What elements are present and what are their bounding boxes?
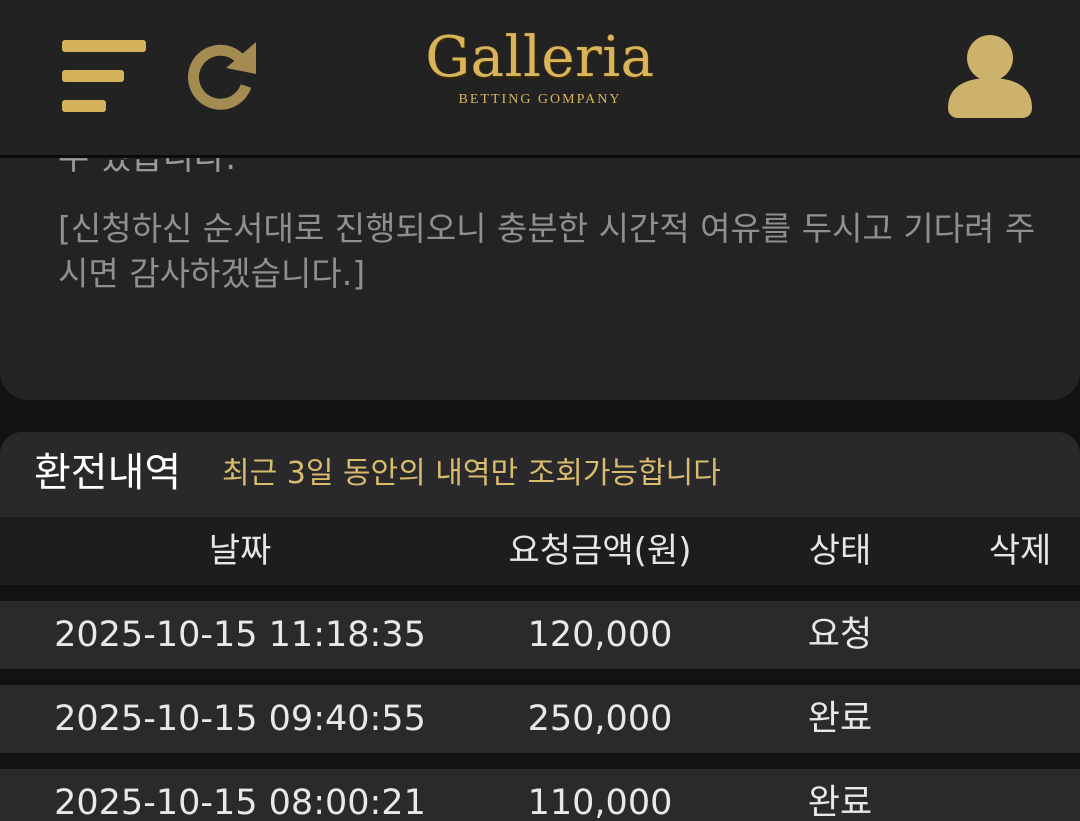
row-status: 완료 xyxy=(807,783,873,821)
refresh-icon xyxy=(188,42,256,110)
history-title: 환전내역 xyxy=(34,450,182,496)
column-header-status: 상태 xyxy=(808,531,872,571)
top-header: Galleria BETTING GOMPANY xyxy=(0,0,1080,155)
row-delete-button[interactable] xyxy=(950,601,1080,669)
column-header-date: 날짜 xyxy=(208,531,272,571)
logo-title: Galleria xyxy=(425,25,655,90)
notice-text: [신청하신 순서대로 진행되오니 충분한 시간적 여유를 두시고 기다려 주시면… xyxy=(58,209,1036,293)
row-date: 2025-10-15 11:18:35 xyxy=(54,615,426,655)
column-header-amount: 요청금액(원) xyxy=(508,531,692,571)
column-header-delete: 삭제 xyxy=(988,531,1052,571)
row-status: 완료 xyxy=(807,699,873,739)
user-icon xyxy=(948,35,1032,118)
page: Galleria BETTING GOMPANY 수 있습니다. [신청하신 순… xyxy=(0,0,1080,821)
row-delete-button[interactable] xyxy=(950,769,1080,821)
row-delete-button[interactable] xyxy=(950,685,1080,753)
user-button[interactable] xyxy=(946,34,1034,118)
row-status: 요청 xyxy=(807,615,873,655)
notice-card: 수 있습니다. [신청하신 순서대로 진행되오니 충분한 시간적 여유를 두시고… xyxy=(0,158,1080,400)
menu-button[interactable] xyxy=(60,38,148,114)
exchange-history-section: 환전내역 최근 3일 동안의 내역만 조회가능합니다 날짜 요청금액(원) 상태… xyxy=(0,432,1080,821)
notice-cut-off-line: 수 있습니다. xyxy=(58,158,237,178)
table-row: 2025-10-15 11:18:35 120,000 요청 xyxy=(0,601,1080,669)
table-row: 2025-10-15 08:00:21 110,000 완료 xyxy=(0,769,1080,821)
table-row: 2025-10-15 09:40:55 250,000 완료 xyxy=(0,685,1080,753)
logo-subtitle: BETTING GOMPANY xyxy=(458,92,622,107)
row-date: 2025-10-15 08:00:21 xyxy=(54,783,426,821)
table-header: 날짜 요청금액(원) 상태 삭제 xyxy=(0,517,1080,585)
history-header: 환전내역 최근 3일 동안의 내역만 조회가능합니다 xyxy=(0,432,1080,517)
row-amount: 110,000 xyxy=(527,783,673,821)
row-date: 2025-10-15 09:40:55 xyxy=(54,699,426,739)
row-amount: 250,000 xyxy=(527,699,673,739)
brand-logo[interactable]: Galleria BETTING GOMPANY xyxy=(380,24,700,116)
history-note: 최근 3일 동안의 내역만 조회가능합니다 xyxy=(222,456,721,491)
row-amount: 120,000 xyxy=(527,615,673,655)
refresh-button[interactable] xyxy=(186,38,260,112)
